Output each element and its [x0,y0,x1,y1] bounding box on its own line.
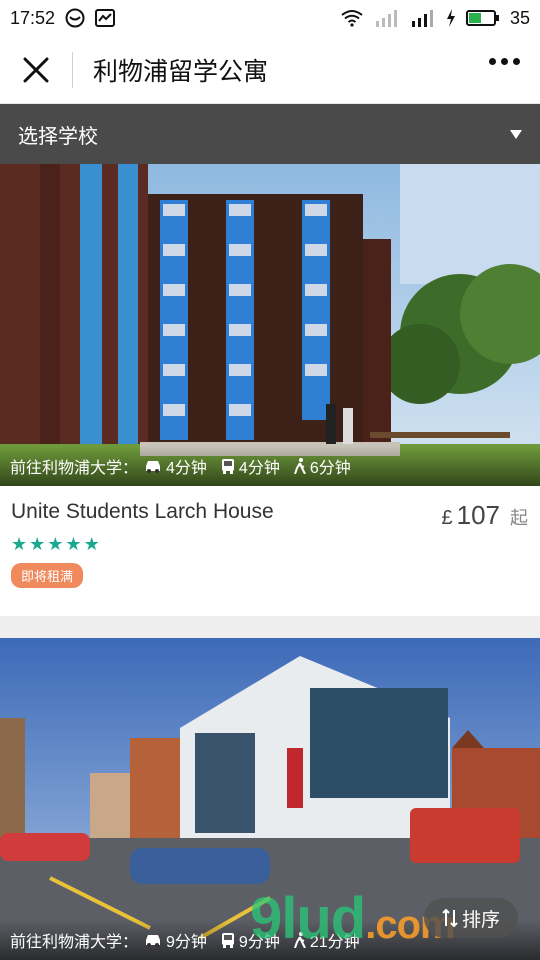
sort-button[interactable]: 排序 [424,898,518,938]
walk-time-value: 21分钟 [309,934,360,951]
walk-time: 21分钟 [293,928,360,952]
star-icon: ★ [47,534,64,554]
car-time: 9分钟 [144,928,207,952]
listing-photo: 前往利物浦大学： 4分钟 4分钟 6分钟 [0,164,540,486]
bus-icon [221,933,234,948]
bus-time: 9分钟 [221,928,280,952]
close-button[interactable] [0,36,72,104]
route-info: 前往利物浦大学： 4分钟 4分钟 6分钟 [0,446,540,486]
school-filter-dropdown[interactable]: 选择学校 [0,104,540,164]
battery-level: 35 [509,7,530,28]
walking-icon [293,458,306,474]
bus-time-value: 4分钟 [238,460,280,477]
star-icon: ★ [83,534,100,554]
school-filter-label: 选择学校 [18,125,98,148]
dot-icon [513,58,520,65]
listing-card[interactable]: 前往利物浦大学： 4分钟 4分钟 6分钟 Unite Students Larc… [0,164,540,616]
close-icon [23,57,49,82]
availability-badge: 即将租满 [11,563,84,588]
more-options-button[interactable] [489,58,520,65]
charging-icon [446,9,456,27]
signal-4g-icon [410,9,436,27]
star-icon: ★ [65,534,82,554]
signal-empty-icon [374,9,400,27]
car-icon [146,935,161,947]
route-label: 前往利物浦大学： [10,934,139,951]
nav-separator [72,51,73,88]
car-time: 4分钟 [144,454,207,478]
bus-icon [221,459,234,474]
walk-time-value: 6分钟 [309,460,351,477]
listing-price: £ 107 起 [441,500,528,531]
star-icon: ★ [29,534,46,554]
notification-icon [65,8,85,28]
walking-icon [293,932,306,948]
dot-icon [501,58,508,65]
route-label: 前往利物浦大学： [10,460,139,477]
car-icon [146,461,161,473]
walk-time: 6分钟 [293,454,351,478]
card-divider [0,616,540,638]
dot-icon [489,58,496,65]
price-suffix: 起 [510,508,528,528]
listing-details: Unite Students Larch House £ 107 起 ★ ★ ★… [0,486,540,616]
caret-down-icon [510,129,522,139]
bus-time: 4分钟 [221,454,280,478]
message-icon [95,9,116,27]
price-currency: £ [441,507,453,529]
bus-time-value: 9分钟 [238,934,280,951]
star-icon: ★ [11,534,28,554]
battery-icon [465,9,500,27]
wifi-icon [340,9,364,27]
nav-bar: 利物浦留学公寓 [0,36,540,104]
star-rating: ★ ★ ★ ★ ★ [11,534,529,555]
status-bar: 17:52 35 [0,0,540,36]
sort-label: 排序 [461,909,500,931]
status-time: 17:52 [10,7,56,28]
car-time-value: 9分钟 [166,934,207,951]
price-value: 107 [456,500,500,530]
sort-arrows-icon [442,908,458,928]
page-title: 利物浦留学公寓 [93,57,269,86]
car-time-value: 4分钟 [166,460,207,477]
